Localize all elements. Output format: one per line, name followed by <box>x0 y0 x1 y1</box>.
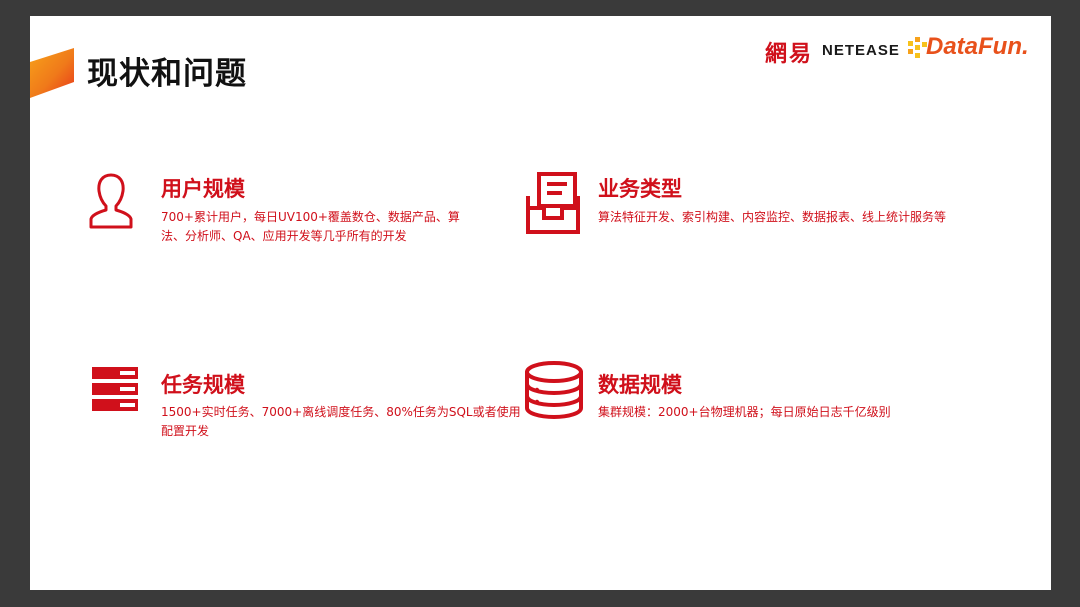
section-title: 任务规模 <box>161 373 245 397</box>
section-user-scale: 用户规模 700+累计用户，每日UV100+覆盖数仓、数据产品、算法、分析师、Q… <box>89 172 489 262</box>
section-business-type: 业务类型 算法特征开发、索引构建、内容监控、数据报表、线上统计服务等 <box>526 172 966 262</box>
datafun-logo: DataFun. <box>926 33 1029 60</box>
section-title: 业务类型 <box>598 177 682 201</box>
section-title: 用户规模 <box>161 177 245 201</box>
section-description: 700+累计用户，每日UV100+覆盖数仓、数据产品、算法、分析师、QA、应用开… <box>161 210 460 243</box>
netease-logo-en: NETEASE <box>822 42 900 59</box>
document-tray-icon <box>526 172 580 234</box>
section-description: 集群规模：2000+台物理机器；每日原始日志千亿级别 <box>598 405 891 419</box>
title-accent-icon <box>30 48 74 98</box>
section-description: 算法特征开发、索引构建、内容监控、数据报表、线上统计服务等 <box>598 210 947 224</box>
server-stack-icon <box>92 367 138 411</box>
section-title: 数据规模 <box>598 373 682 397</box>
section-task-scale: 任务规模 1500+实时任务、7000+离线调度任务、80%任务为SQL或者使用… <box>92 367 522 457</box>
database-icon <box>525 361 583 420</box>
user-icon <box>89 173 133 229</box>
page-title: 现状和问题 <box>87 56 247 92</box>
section-description: 1500+实时任务、7000+离线调度任务、80%任务为SQL或者使用配置开发 <box>161 405 521 438</box>
netease-logo-cn: 網易 <box>765 41 814 67</box>
slide: 现状和问题 網易 NETEASE DataFun. 用户规模 700+累计用户，… <box>30 16 1051 590</box>
section-data-scale: 数据规模 集群规模：2000+台物理机器；每日原始日志千亿级别 <box>523 359 963 449</box>
